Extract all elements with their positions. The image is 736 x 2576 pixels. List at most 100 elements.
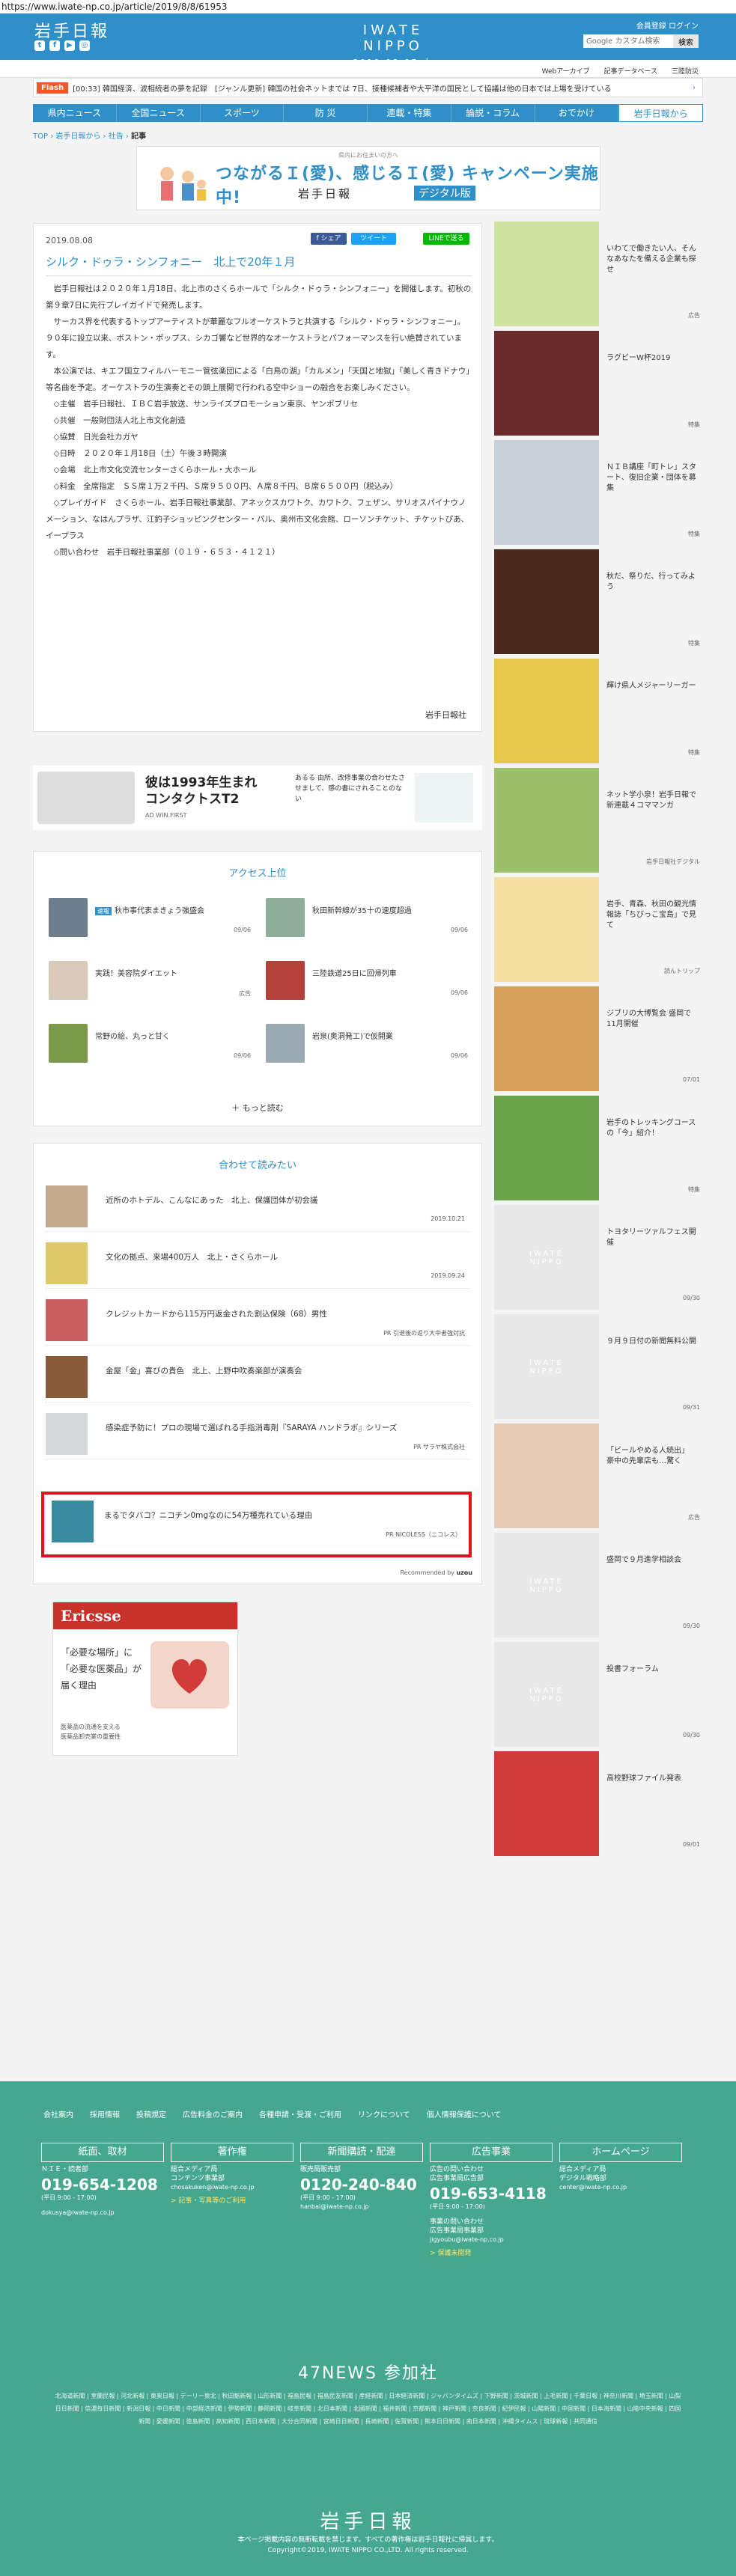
banner-title: つながるＩ(愛)、感じるＩ(愛) キャンペーン実施中! — [216, 165, 599, 207]
side-item[interactable]: ジブリの大博覧会 盛岡で11月開催 07/01 — [494, 986, 703, 1099]
subnav-disaster[interactable]: 三陸防災 — [672, 68, 699, 76]
side-item[interactable]: 投書フォーラム 09/30 — [494, 1642, 703, 1754]
item-date: 09/06 — [450, 927, 468, 933]
item-date: 09/06 — [233, 927, 251, 933]
instagram-icon[interactable]: ◎ — [79, 40, 90, 51]
list-item[interactable]: 岩泉(奥洞発工)で仮開業 09/06 — [266, 1024, 468, 1066]
youtube-icon[interactable]: ▶ — [64, 40, 75, 51]
side-title: 輝け県人メジャーリーガー — [606, 682, 696, 690]
nav-series[interactable]: 連載・特集 — [368, 104, 451, 122]
site-logo[interactable]: 岩手日報 — [34, 18, 109, 42]
campaign-banner[interactable]: 県内にお住まいの方へ つながるＩ(愛)、感じるＩ(愛) キャンペーン実施中! 岩… — [136, 146, 600, 210]
col-email[interactable]: dokusya@iwate-np.co.jp — [41, 2209, 164, 2218]
side-item[interactable]: 「ビールやめる人続出」 豪中の先輩店も…驚く 広告 — [494, 1423, 703, 1536]
nav-sports[interactable]: スポーツ — [201, 104, 285, 122]
pharma-msg-2: 「必要な医薬品」が — [61, 1664, 142, 1674]
list-item[interactable]: 速報 秋市事代表まきょう強盛会 09/06 — [49, 898, 251, 940]
crumb-top[interactable]: TOP — [33, 132, 48, 141]
footer-link[interactable]: 個人情報保護について — [427, 2108, 502, 2119]
item-title: クレジットカードから115万円返金された割込保険（68）男性 — [106, 1310, 327, 1319]
partner-papers[interactable]: 北海道新聞 | 室蘭民報 | 河北新報 | 東奥日報 | デーリー東北 | 秋田… — [52, 2390, 684, 2428]
side-item[interactable]: ＮＩＢ講座「町トレ」スタート、復旧企業・団体を募集 特集 — [494, 440, 703, 552]
side-thumbnail — [494, 1751, 599, 1856]
phone-number[interactable]: 019-654-1208 — [41, 2176, 164, 2194]
facebook-share-button[interactable]: f シェア — [311, 233, 347, 245]
subnav-database[interactable]: 記事データベース — [604, 68, 658, 76]
col-email[interactable]: hanbai@iwate-np.co.jp — [300, 2203, 423, 2212]
col-link[interactable]: > 保護未開発 — [430, 2247, 553, 2257]
footer-col-ads: 広告事業 広告の問い合わせ 広告事業局広告部 019-653-4118 (平日 … — [430, 2143, 553, 2257]
search-input[interactable] — [583, 34, 673, 48]
list-item[interactable]: 金屋「金」喜びの貴色 北上、上野中吹奏楽部が演奏会 — [46, 1350, 469, 1403]
item-date: 09/06 — [233, 1052, 251, 1059]
item-title: 三陸鉄道25日に回帰列車 — [312, 970, 397, 978]
side-item[interactable]: ネット学小泉！岩手日報で新連載４コママンガ 岩手日報社デジタル — [494, 768, 703, 880]
footer-link[interactable]: 各種申請・受渡・ご利用 — [259, 2108, 341, 2119]
side-title: 投書フォーラム — [606, 1665, 659, 1673]
side-title: 岩手のトレッキングコースの「今」紹介！ — [606, 1119, 696, 1138]
list-item[interactable]: 文化の拠点、来場400万人 北上・さくらホール 2019.09.24 — [46, 1236, 469, 1289]
nav-prefecture[interactable]: 県内ニュース — [33, 104, 117, 122]
crumb-from[interactable]: 岩手日報から — [55, 132, 100, 141]
list-item[interactable]: 実践！美容院ダイエット 広告 — [49, 961, 251, 1003]
col-email[interactable]: center@iwate-np.co.jp — [559, 2183, 682, 2192]
side-item[interactable]: トヨタリーツァルフェス開催 09/30 — [494, 1205, 703, 1317]
footer-link[interactable]: 会社案内 — [43, 2108, 73, 2119]
col-heading: 新聞購読・配達 — [300, 2143, 423, 2162]
side-date: 広告 — [688, 1514, 700, 1521]
col-link[interactable]: > 記事・写真等のご利用 — [171, 2195, 294, 2205]
nav-column[interactable]: 論説・コラム — [451, 104, 535, 122]
side-item[interactable]: 岩手のトレッキングコースの「今」紹介！ 特集 — [494, 1096, 703, 1208]
footer-link[interactable]: 採用情報 — [90, 2108, 120, 2119]
phone-number[interactable]: 019-653-4118 — [430, 2185, 553, 2203]
side-item[interactable]: いわてで働きたい人、そんなあなたを備える企業も探せ 広告 — [494, 222, 703, 334]
twitter-icon[interactable]: t — [34, 40, 45, 51]
list-item[interactable]: 三陸鉄道25日に回帰列車 09/06 — [266, 961, 468, 1003]
subnav-archive[interactable]: Webアーカイブ — [542, 68, 590, 76]
search-button[interactable]: 検索 — [673, 34, 699, 48]
side-item[interactable]: 輝け県人メジャーリーガー 特集 — [494, 659, 703, 771]
side-title: ＮＩＢ講座「町トレ」スタート、復旧企業・団体を募集 — [606, 463, 696, 492]
list-item[interactable]: 近所のホトデル、こんなにあった 北上、保護団体が初会議 2019.10.21 — [46, 1179, 469, 1232]
tweet-button[interactable]: ツイート — [351, 233, 396, 245]
banner-logo: 岩手日報 — [298, 187, 353, 201]
highlighted-pr-item[interactable]: まるでタバコ？ニコチン0mgなのに54万種売れている理由 PR NICOLESS… — [41, 1492, 472, 1557]
nav-national[interactable]: 全国ニュース — [117, 104, 201, 122]
login-link[interactable]: 会員登録 ログイン — [636, 19, 699, 31]
list-item[interactable]: 常野の絵、丸っと甘く 09/06 — [49, 1024, 251, 1066]
nav-outing[interactable]: おでかけ — [535, 104, 619, 122]
col-email[interactable]: jigyoubu@iwate-np.co.jp — [430, 2235, 553, 2244]
footer-link[interactable]: 広告料金のご案内 — [183, 2108, 243, 2119]
facebook-icon[interactable]: f — [49, 40, 60, 51]
col-email[interactable]: chosakuken@iwate-np.co.jp — [171, 2183, 294, 2192]
list-item[interactable]: 秋田新幹線が35十の速度超過 09/06 — [266, 898, 468, 940]
placeholder-logo-icon — [494, 1642, 599, 1747]
line-share-button[interactable]: LINEで送る — [423, 233, 469, 245]
crumb-notice[interactable]: 社告 — [109, 132, 124, 141]
item-date: 広告 — [239, 990, 251, 997]
footer-link[interactable]: リンクについて — [358, 2108, 410, 2119]
breadcrumb: TOP › 岩手日報から › 社告 › 記事 — [33, 132, 147, 141]
side-item[interactable]: ９月９日付の新聞無料公開 09/31 — [494, 1314, 703, 1426]
list-item[interactable]: クレジットカードから115万円返金された割込保険（68）男性 PR 引退後の返り… — [46, 1293, 469, 1346]
list-item[interactable]: 感染症予防に！プロの現場で選ばれる手指消毒剤『SARAYA ハンドラボ』シリーズ… — [46, 1407, 469, 1459]
footer-link[interactable]: 投稿規定 — [136, 2108, 166, 2119]
footer-col-subscription: 新聞購読・配達 販売局販売部 0120-240-840 (平日 9:00 - 1… — [300, 2143, 423, 2212]
side-item[interactable]: 盛岡で９月進学相談会 09/30 — [494, 1533, 703, 1645]
address-bar[interactable]: https://www.iwate-np.co.jp/article/2019/… — [0, 0, 736, 13]
footer: 会社案内 採用情報 投稿規定 広告料金のご案内 各種申請・受渡・ご利用 リンクに… — [0, 2081, 736, 2576]
chevron-right-icon[interactable]: › — [686, 84, 702, 92]
phone-number[interactable]: 0120-240-840 — [300, 2176, 423, 2194]
side-item[interactable]: 岩手、青森、秋田の観光情報誌「ちびっこ宝島」で見て 読んトリップ — [494, 877, 703, 989]
nav-from-iwate[interactable]: 岩手日報から — [618, 104, 703, 122]
camera-ad[interactable]: 彼は1993年生まれ コンタクトスT2 AD WIN.FIRST あるる 由所、… — [33, 766, 482, 830]
side-item[interactable]: ラグビーW杯2019 特集 — [494, 331, 703, 443]
side-item[interactable]: 高校野球ファイル発表 09/01 — [494, 1751, 703, 1864]
footer-logo[interactable]: 岩手日報 — [0, 2506, 736, 2534]
more-button[interactable]: ＋ もっと読む — [34, 1102, 481, 1114]
flash-text[interactable]: [00:33] 韓国経済、波相続者の夢を記録 [ジャンル更新] 韓国の社会ネット… — [73, 82, 686, 94]
side-item[interactable]: 秋だ、祭りだ、行ってみよう 特集 — [494, 549, 703, 662]
side-date: 09/30 — [682, 1623, 700, 1629]
pharma-ad[interactable]: Ericsse 「必要な場所」に 「必要な医薬品」が 届く理由 医薬品の流通を支… — [52, 1602, 238, 1756]
nav-disaster[interactable]: 防 災 — [284, 104, 368, 122]
